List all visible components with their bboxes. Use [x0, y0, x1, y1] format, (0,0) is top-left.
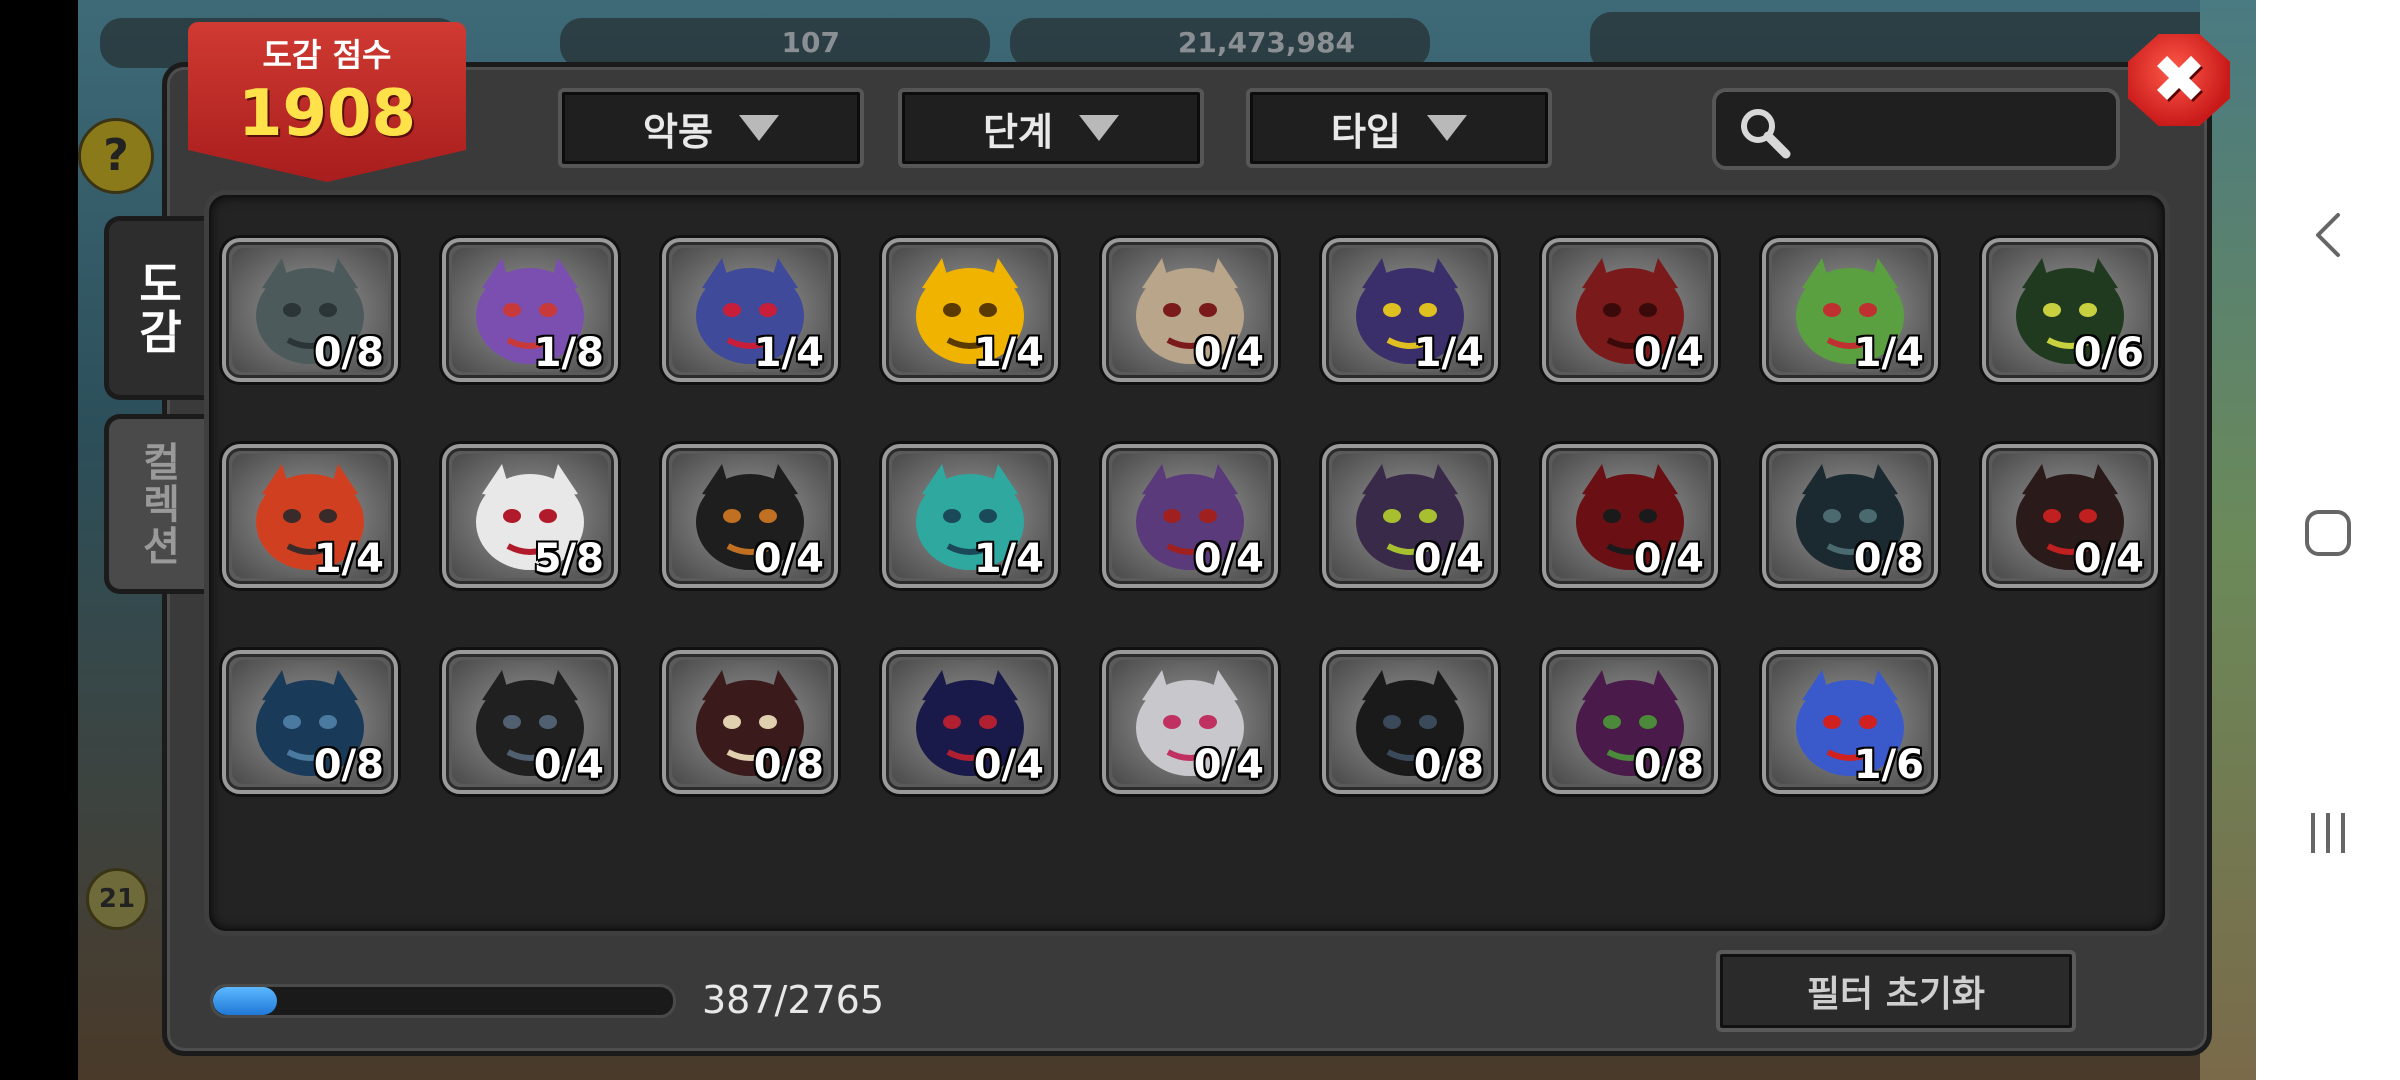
background-crystal-counter: 107	[560, 18, 990, 68]
monster-collection-count: 1/4	[973, 536, 1044, 582]
difficulty-dropdown[interactable]: 악몽	[558, 88, 864, 168]
collection-progress-bar	[210, 984, 676, 1018]
left-letterbox	[0, 0, 78, 1080]
tab-collection[interactable]: 컬렉션	[104, 414, 206, 594]
score-banner: 도감 점수 1908	[188, 22, 466, 182]
background-level-badge: 21	[86, 868, 148, 930]
difficulty-dropdown-label: 악몽	[643, 109, 713, 154]
monster-collection-count: 1/4	[313, 536, 384, 582]
background-gold-value: 21,473,984	[1177, 26, 1355, 59]
close-button[interactable]: ✖	[2128, 34, 2230, 126]
monster-card[interactable]: 1/4	[1322, 238, 1498, 382]
monster-card[interactable]: 0/4	[882, 650, 1058, 794]
monster-card[interactable]: 1/6	[1762, 650, 1938, 794]
chevron-down-icon	[1426, 115, 1467, 141]
monster-card[interactable]: 0/4	[442, 650, 618, 794]
monster-collection-count: 0/8	[313, 330, 384, 376]
monster-collection-count: 0/4	[1193, 742, 1264, 788]
score-label: 도감 점수	[262, 36, 392, 74]
background-help-icon: ?	[78, 118, 154, 194]
monster-collection-count: 0/6	[2073, 330, 2144, 376]
home-button[interactable]	[2256, 508, 2400, 558]
monster-collection-count: 0/4	[1633, 330, 1704, 376]
monster-card[interactable]: 0/4	[1322, 444, 1498, 588]
monster-card[interactable]: 0/4	[1542, 238, 1718, 382]
monster-card[interactable]: 1/8	[442, 238, 618, 382]
monster-collection-count: 0/4	[1193, 330, 1264, 376]
type-dropdown-label: 타입	[1331, 109, 1401, 154]
monster-card[interactable]: 0/6	[1982, 238, 2158, 382]
background-gold-counter: 21,473,984	[1010, 18, 1430, 68]
system-nav-bar	[2256, 0, 2400, 1080]
monster-card[interactable]: 5/8	[442, 444, 618, 588]
monster-collection-count: 0/4	[2073, 536, 2144, 582]
monster-card[interactable]: 1/4	[882, 238, 1058, 382]
reset-filter-button[interactable]: 필터 초기화	[1716, 950, 2076, 1032]
score-value: 1908	[237, 77, 417, 151]
tab-encyclopedia-label: 도감	[130, 260, 185, 356]
monster-card[interactable]: 0/4	[1102, 650, 1278, 794]
monster-collection-count: 0/8	[1853, 536, 1924, 582]
collection-progress-text: 387/2765	[702, 978, 885, 1022]
monster-card[interactable]: 1/4	[662, 238, 838, 382]
search-field[interactable]	[1712, 88, 2120, 170]
monster-card[interactable]: 0/4	[1102, 444, 1278, 588]
monster-card[interactable]: 1/4	[222, 444, 398, 588]
monster-card[interactable]: 0/8	[1542, 650, 1718, 794]
game-screen: 107 21,473,984 ? 21 도감 컬렉션 도감 점수 1908 악몽…	[0, 0, 2256, 1080]
monster-card[interactable]: 0/4	[1102, 238, 1278, 382]
search-input[interactable]	[1796, 102, 2100, 156]
monster-collection-count: 0/4	[1413, 536, 1484, 582]
back-button[interactable]	[2256, 210, 2400, 260]
home-square-icon	[2305, 510, 2351, 556]
monster-collection-count: 0/4	[753, 536, 824, 582]
monster-collection-count: 0/8	[1633, 742, 1704, 788]
monster-collection-count: 1/4	[973, 330, 1044, 376]
monster-collection-count: 0/8	[1413, 742, 1484, 788]
monster-collection-count: 0/8	[753, 742, 824, 788]
monster-card[interactable]: 0/4	[1542, 444, 1718, 588]
type-dropdown[interactable]: 타입	[1246, 88, 1552, 168]
monster-collection-count: 1/6	[1853, 742, 1924, 788]
chevron-left-icon	[2316, 213, 2340, 257]
monster-collection-count: 0/8	[313, 742, 384, 788]
tab-encyclopedia[interactable]: 도감	[104, 216, 206, 400]
chevron-down-icon	[1078, 115, 1119, 141]
monster-collection-count: 1/4	[1413, 330, 1484, 376]
monster-card[interactable]: 0/8	[1762, 444, 1938, 588]
search-icon	[1741, 109, 1791, 159]
monster-card[interactable]: 0/8	[222, 650, 398, 794]
monster-collection-count: 0/4	[973, 742, 1044, 788]
monster-card[interactable]: 0/8	[1322, 650, 1498, 794]
background-crystal-value: 107	[781, 26, 840, 59]
collection-progress-fill	[213, 987, 278, 1015]
monster-card[interactable]: 0/8	[222, 238, 398, 382]
monster-collection-count: 0/4	[1633, 536, 1704, 582]
stage-dropdown-label: 단계	[983, 109, 1053, 154]
chevron-down-icon	[738, 115, 779, 141]
tab-collection-label: 컬렉션	[134, 441, 181, 567]
recent-apps-icon	[2311, 813, 2345, 853]
monster-collection-count: 1/4	[1853, 330, 1924, 376]
stage-dropdown[interactable]: 단계	[898, 88, 1204, 168]
monster-card[interactable]: 1/4	[1762, 238, 1938, 382]
monster-collection-count: 5/8	[533, 536, 604, 582]
monster-card[interactable]: 0/8	[662, 650, 838, 794]
monster-collection-count: 1/8	[533, 330, 604, 376]
monster-card[interactable]: 0/4	[662, 444, 838, 588]
monster-card[interactable]: 1/4	[882, 444, 1058, 588]
monster-collection-count: 1/4	[753, 330, 824, 376]
monster-card[interactable]: 0/4	[1982, 444, 2158, 588]
monster-collection-count: 0/4	[1193, 536, 1264, 582]
close-icon: ✖	[2151, 41, 2207, 118]
recent-apps-button[interactable]	[2256, 808, 2400, 858]
monster-collection-count: 0/4	[533, 742, 604, 788]
